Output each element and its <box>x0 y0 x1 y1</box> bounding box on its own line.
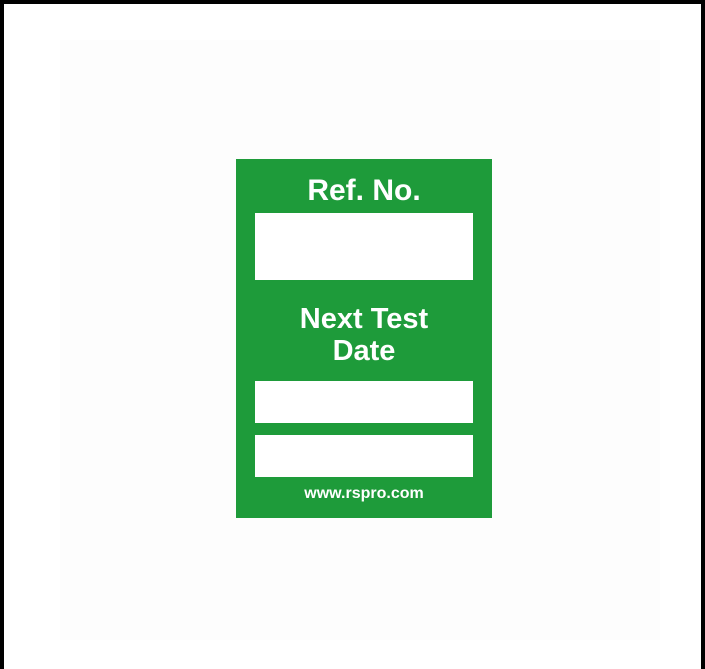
next-test-line-1: Next Test <box>299 303 429 335</box>
ref-no-heading: Ref. No. <box>307 174 421 207</box>
ref-no-write-field <box>255 213 473 280</box>
website-text: www.rspro.com <box>304 485 424 502</box>
next-test-date-write-field-1 <box>255 381 473 423</box>
next-test-date-heading: Next Test Date <box>236 303 492 367</box>
next-test-date-write-field-2 <box>255 435 473 477</box>
next-test-line-2: Date <box>332 335 396 367</box>
